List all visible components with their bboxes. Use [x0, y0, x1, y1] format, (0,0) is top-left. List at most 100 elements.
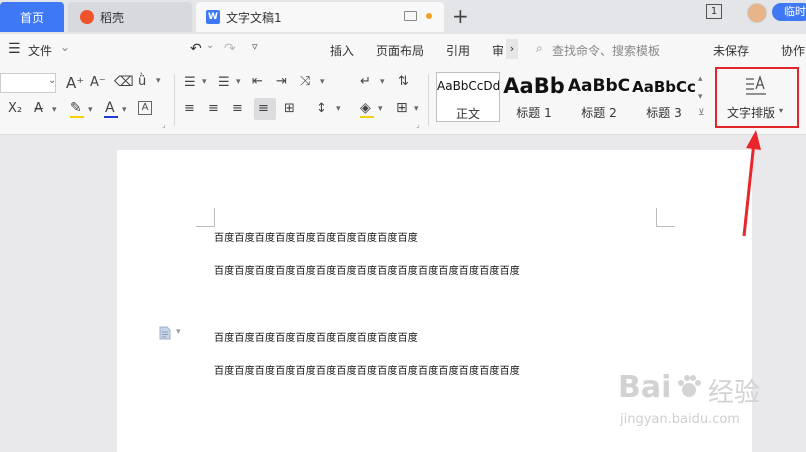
- tab-insert[interactable]: 插入: [330, 42, 354, 59]
- line-break-dropdown-icon[interactable]: ▾: [380, 77, 385, 87]
- avatar[interactable]: [747, 3, 767, 23]
- quick-access-dropdown-icon[interactable]: ▿: [252, 40, 258, 53]
- bullet-dropdown-icon[interactable]: ▾: [202, 77, 207, 87]
- undo-icon[interactable]: ↶: [190, 41, 202, 57]
- search-icon[interactable]: ⌕: [536, 41, 543, 56]
- margin-corner-top-right: [656, 208, 675, 227]
- tab-document-label: 文字文稿1: [226, 10, 282, 25]
- decrease-font-icon[interactable]: A⁻: [90, 75, 106, 90]
- line-break-icon[interactable]: ↵: [360, 74, 371, 89]
- tab-home-label: 首页: [19, 10, 44, 25]
- tab-daoke[interactable]: 稻壳: [68, 2, 192, 32]
- screen-icon[interactable]: [404, 11, 417, 21]
- style-heading-1[interactable]: AaBb 标题 1: [502, 72, 566, 122]
- style-normal[interactable]: AaBbCcDd 正文: [436, 72, 500, 122]
- paragraph-line[interactable]: 百度百度百度百度百度百度百度百度百度百度百度百度百度百度百度: [214, 262, 520, 277]
- unsaved-status[interactable]: 未保存: [713, 42, 749, 59]
- text-layout-icon: [746, 74, 766, 95]
- style-normal-sample: AaBbCcDd: [437, 79, 499, 93]
- tab-bar: 首页 稻壳 W 文字文稿1 + 1 临时: [0, 0, 806, 34]
- decrease-indent-icon[interactable]: ⇤: [252, 74, 263, 89]
- paragraph-handle-icon[interactable]: [158, 326, 172, 340]
- writer-doc-icon: W: [206, 10, 220, 24]
- char-border-icon[interactable]: A: [138, 101, 152, 115]
- tab-page-layout[interactable]: 页面布局: [376, 42, 424, 59]
- hamburger-menu-icon[interactable]: ☰: [8, 41, 21, 57]
- text-direction-icon[interactable]: ⤨: [300, 74, 310, 89]
- numbered-dropdown-icon[interactable]: ▾: [236, 77, 241, 87]
- watermark-brand: Bai: [618, 370, 672, 405]
- window-count-icon[interactable]: 1: [706, 4, 722, 19]
- tab-home[interactable]: 首页: [0, 2, 64, 32]
- styles-scroll-down-icon[interactable]: ▾: [698, 92, 703, 102]
- clear-format-icon[interactable]: ⌫: [114, 74, 134, 90]
- font-color-dropdown-icon[interactable]: ▾: [122, 105, 127, 115]
- watermark-url: jingyan.baidu.com: [620, 412, 740, 427]
- login-button[interactable]: 临时: [772, 3, 806, 21]
- shading-color-bar: [360, 116, 374, 118]
- align-left-icon[interactable]: ≡: [184, 101, 195, 116]
- shading-dropdown-icon[interactable]: ▾: [378, 104, 383, 114]
- superscript-icon[interactable]: A̶: [34, 101, 43, 116]
- align-center-icon[interactable]: ≡: [208, 101, 219, 116]
- menu-bar: ☰ 文件 ⌄ ↶ ⌄ ↷ ▿ 开始 插入 页面布局 引用 审 › ⌕ 查找命令、…: [0, 34, 806, 94]
- shading-icon[interactable]: ◈: [360, 100, 371, 116]
- highlight-dropdown-icon[interactable]: ▾: [88, 105, 93, 115]
- style-heading-1-label: 标题 1: [516, 106, 552, 120]
- collaborate-button[interactable]: 协作: [781, 42, 805, 59]
- styles-scroll-up-icon[interactable]: ▴: [698, 74, 703, 84]
- border-icon[interactable]: ⊞: [396, 100, 408, 116]
- font-color-bar: [104, 116, 118, 118]
- line-spacing-dropdown-icon[interactable]: ▾: [336, 104, 341, 114]
- paragraph-line[interactable]: 百度百度百度百度百度百度百度百度百度百度百度百度百度百度百度: [214, 362, 520, 377]
- ribbon-divider: [428, 74, 429, 126]
- border-dropdown-icon[interactable]: ▾: [414, 104, 419, 114]
- pinyin-guide-icon[interactable]: ǜ: [138, 74, 146, 89]
- justify-icon[interactable]: ≡: [258, 101, 269, 116]
- paragraph-dialog-launcher-icon[interactable]: ⌟: [416, 120, 420, 129]
- text-direction-dropdown-icon[interactable]: ▾: [320, 77, 325, 87]
- style-heading-2[interactable]: AaBbC 标题 2: [567, 72, 631, 122]
- line-spacing-icon[interactable]: ↕: [316, 101, 327, 116]
- paw-icon: [676, 374, 702, 400]
- tab-reference[interactable]: 引用: [446, 42, 470, 59]
- annotation-arrow-icon: [742, 130, 761, 237]
- numbered-list-icon[interactable]: ☰: [218, 75, 230, 90]
- text-layout-button[interactable]: 文字排版 ▾: [719, 70, 795, 126]
- font-color-icon[interactable]: A: [105, 100, 115, 116]
- search-command-input[interactable]: 查找命令、搜索模板: [552, 42, 660, 59]
- menu-scroll-right-icon[interactable]: ›: [506, 39, 518, 59]
- pinyin-dropdown-icon[interactable]: ▾: [156, 76, 161, 86]
- text-layout-dropdown-icon: ▾: [779, 106, 784, 115]
- styles-more-icon[interactable]: ⊻: [698, 108, 705, 118]
- highlight-color-bar: [70, 116, 84, 118]
- style-heading-1-sample: AaBb: [503, 74, 565, 98]
- tab-review[interactable]: 审: [492, 42, 504, 59]
- font-size-dropdown-icon[interactable]: ⌄: [48, 75, 56, 86]
- increase-font-icon[interactable]: A⁺: [66, 74, 84, 92]
- distribute-icon[interactable]: ⊞: [284, 101, 295, 116]
- paragraph-handle-dropdown-icon[interactable]: ▾: [176, 327, 181, 337]
- subscript-icon[interactable]: X₂: [8, 101, 22, 116]
- redo-icon[interactable]: ↷: [224, 41, 236, 57]
- align-right-icon[interactable]: ≡: [232, 101, 243, 116]
- chevron-down-icon[interactable]: ⌄: [60, 40, 70, 54]
- highlight-icon[interactable]: ✎: [70, 100, 82, 116]
- style-heading-2-label: 标题 2: [581, 106, 617, 120]
- new-tab-plus-icon[interactable]: +: [452, 4, 469, 28]
- paragraph-line[interactable]: 百度百度百度百度百度百度百度百度百度百度: [214, 329, 418, 344]
- style-normal-label: 正文: [455, 107, 480, 121]
- undo-dropdown-icon[interactable]: ⌄: [206, 40, 214, 51]
- increase-indent-icon[interactable]: ⇥: [276, 74, 287, 89]
- sort-icon[interactable]: ⇅: [398, 74, 409, 89]
- bullet-list-icon[interactable]: ☰: [184, 75, 196, 90]
- strike-dropdown-icon[interactable]: ▾: [52, 105, 57, 115]
- paragraph-line[interactable]: 百度百度百度百度百度百度百度百度百度百度: [214, 229, 418, 244]
- font-dialog-launcher-icon[interactable]: ⌟: [162, 120, 166, 129]
- menu-file[interactable]: 文件: [28, 42, 52, 59]
- unsaved-dot-icon: [426, 13, 432, 19]
- style-heading-3[interactable]: AaBbCc 标题 3: [632, 72, 696, 122]
- margin-corner-top-left: [196, 208, 215, 227]
- ribbon-divider: [174, 74, 175, 126]
- document-page[interactable]: [117, 150, 752, 452]
